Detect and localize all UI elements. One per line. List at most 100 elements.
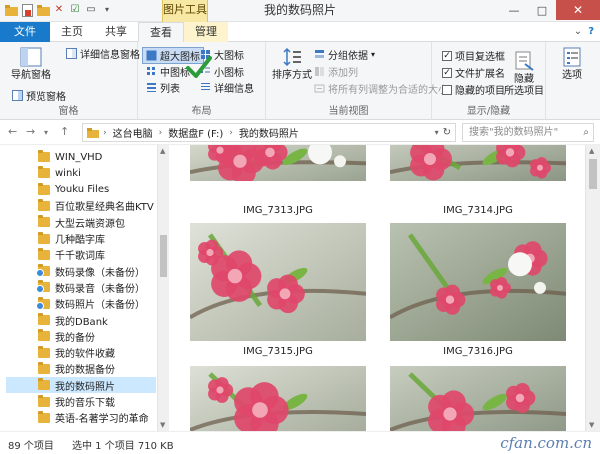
nav-item[interactable]: 数码录像（未备份） xyxy=(36,263,166,279)
minimize-button[interactable]: — xyxy=(500,0,528,20)
folder-icon xyxy=(38,313,50,325)
group-by-button[interactable]: 分组依据 ▾ xyxy=(314,47,375,62)
nav-item[interactable]: 数码照片（未备份） xyxy=(36,296,166,312)
nav-item[interactable]: 我的备份 xyxy=(38,328,166,344)
ribbon-tabs: 文件 主页 共享 查看 管理 ⌄ ? xyxy=(0,22,600,43)
tab-view[interactable]: 查看 xyxy=(138,22,184,43)
item-checkboxes-toggle[interactable]: ✓ 项目复选框 xyxy=(442,48,505,63)
tab-manage[interactable]: 管理 xyxy=(184,22,228,42)
add-column-button[interactable]: 添加列 xyxy=(314,64,358,79)
current-view-group-label: 当前视图 xyxy=(328,106,369,117)
nav-item-label: Youku Files xyxy=(55,184,110,196)
hidden-items-toggle[interactable]: 隐藏的项目 xyxy=(442,82,505,97)
chevron-right-icon[interactable]: › xyxy=(159,128,163,138)
photo-thumbnail[interactable] xyxy=(390,223,566,341)
delete-icon[interactable]: ✕ xyxy=(52,3,66,17)
chevron-down-icon[interactable]: ▾ xyxy=(100,3,114,17)
breadcrumb-current-folder[interactable]: 我的数码照片 xyxy=(239,125,299,140)
tab-file[interactable]: 文件 xyxy=(0,22,50,42)
nav-item[interactable]: 我的音乐下载 xyxy=(38,394,166,410)
search-icon[interactable]: ⌕ xyxy=(583,124,589,141)
file-name[interactable]: IMG_7316.JPG xyxy=(390,346,566,357)
nav-item[interactable]: Youku Files xyxy=(38,182,166,198)
nav-item[interactable]: 我的数据备份 xyxy=(38,361,166,377)
breadcrumb-drive[interactable]: 数据盘F (F:) xyxy=(168,125,223,140)
nav-item[interactable]: 英语-名著学习的革命 xyxy=(38,410,166,426)
properties-icon[interactable] xyxy=(20,3,34,17)
chevron-right-icon[interactable]: › xyxy=(103,128,107,138)
photo-thumbnail[interactable] xyxy=(190,223,366,341)
close-button[interactable]: ✕ xyxy=(556,0,600,20)
layout-group-label: 布局 xyxy=(191,106,212,117)
photo-thumbnail[interactable] xyxy=(190,366,366,431)
file-name[interactable]: IMG_7315.JPG xyxy=(190,346,366,357)
tab-share[interactable]: 共享 xyxy=(94,22,138,42)
back-icon[interactable]: ← xyxy=(8,125,17,138)
file-view-scrollbar[interactable]: ▲ ▼ xyxy=(585,145,600,431)
tab-home[interactable]: 主页 xyxy=(50,22,94,42)
chevron-right-icon[interactable]: › xyxy=(229,128,233,138)
sort-by-button[interactable]: 排序方式 xyxy=(272,46,312,82)
nav-pane-button[interactable]: 导航窗格 xyxy=(6,46,56,82)
folder-icon xyxy=(38,345,50,358)
details-pane-button[interactable]: 详细信息窗格 xyxy=(66,46,140,61)
photo-thumbnail[interactable] xyxy=(390,366,566,431)
folder-icon[interactable] xyxy=(4,3,18,17)
item-count: 89 个项目 xyxy=(8,441,54,452)
chevron-down-icon[interactable]: ⌄ xyxy=(574,26,582,37)
maximize-button[interactable]: □ xyxy=(528,0,556,20)
chevron-down-icon: ▾ xyxy=(371,50,376,59)
scroll-down-icon[interactable]: ▼ xyxy=(589,421,594,429)
nav-item[interactable]: winki xyxy=(38,165,166,181)
forward-icon[interactable]: → xyxy=(26,125,35,138)
nav-item-label: 几种酷字库 xyxy=(55,235,105,246)
nav-item-label: 我的数据备份 xyxy=(55,365,115,377)
nav-item[interactable]: 千千歌词库 xyxy=(38,247,166,263)
options-button[interactable]: 选项 xyxy=(552,46,592,82)
nav-item[interactable]: 我的软件收藏 xyxy=(38,345,166,361)
address-bar-row: ← → ▾ ↑ › 这台电脑 › 数据盘F (F:) › 我的数码照片 ▾ ↻ … xyxy=(0,121,600,145)
file-extensions-toggle[interactable]: ✓ 文件扩展名 xyxy=(442,65,505,80)
search-input[interactable]: 搜索"我的数码照片" ⌕ xyxy=(462,123,594,142)
new-folder-icon[interactable] xyxy=(36,3,50,17)
checkbox xyxy=(442,84,452,95)
photo-thumbnail[interactable] xyxy=(390,145,566,181)
folder-icon xyxy=(38,394,50,407)
hide-selected-button[interactable]: 隐藏 所选项目 xyxy=(504,50,544,98)
help-icon[interactable]: ? xyxy=(588,26,594,37)
preview-pane-button[interactable]: 预览窗格 xyxy=(12,88,66,103)
scroll-up-icon[interactable]: ▲ xyxy=(160,147,165,155)
nav-item[interactable]: 百位歌星经典名曲KTV xyxy=(38,198,166,214)
fit-columns-button[interactable]: 将所有列调整为合适的大小 xyxy=(314,81,448,96)
chevron-down-icon[interactable]: ▾ xyxy=(435,128,439,137)
nav-item[interactable]: WIN_VHD xyxy=(38,149,166,165)
chevron-down-icon[interactable]: ▾ xyxy=(44,128,48,137)
medium-icons-button[interactable]: 中图标 xyxy=(146,64,190,79)
picture-tools-context-label: 图片工具 xyxy=(162,0,208,22)
nav-item[interactable]: 我的DBank xyxy=(38,312,166,328)
current-view-group: 排序方式 分组依据 ▾ 添加列 将所有列调整为合适的大小 当前视图 xyxy=(266,42,448,120)
scrollbar-thumb[interactable] xyxy=(589,159,597,189)
nav-item[interactable]: 数码录音（未备份） xyxy=(36,279,166,295)
show-hide-group-label: 显示/隐藏 xyxy=(466,106,511,117)
file-name[interactable]: IMG_7314.JPG xyxy=(390,205,566,216)
refresh-icon[interactable]: ↻ xyxy=(443,127,451,138)
scrollbar-thumb[interactable] xyxy=(160,235,167,277)
check-icon[interactable]: ☑ xyxy=(68,3,82,17)
details-view-button[interactable]: 详细信息 xyxy=(200,80,254,95)
nav-item[interactable]: 我的数码照片 xyxy=(6,377,156,394)
address-bar[interactable]: › 这台电脑 › 数据盘F (F:) › 我的数码照片 ▾ ↻ xyxy=(82,123,456,142)
file-name[interactable]: IMG_7313.JPG xyxy=(190,205,366,216)
list-view-button[interactable]: 列表 xyxy=(146,80,180,95)
scroll-up-icon[interactable]: ▲ xyxy=(589,147,594,155)
nav-item[interactable]: 几种酷字库 xyxy=(38,231,166,247)
scroll-down-icon[interactable]: ▼ xyxy=(160,421,165,429)
nav-item[interactable]: 大型云端资源包 xyxy=(38,214,166,230)
photo-thumbnail[interactable] xyxy=(190,145,366,181)
breadcrumb-this-pc[interactable]: 这台电脑 xyxy=(113,125,153,140)
navigation-pane-scrollbar[interactable]: ▲ ▼ xyxy=(157,145,169,431)
up-icon[interactable]: ↑ xyxy=(60,125,69,138)
title-bar: ✕ ☑ ▭ ▾ 图片工具 我的数码照片 — □ ✕ xyxy=(0,0,600,22)
nav-item-label: 百位歌星经典名曲KTV xyxy=(55,202,154,214)
rename-icon[interactable]: ▭ xyxy=(84,3,98,17)
